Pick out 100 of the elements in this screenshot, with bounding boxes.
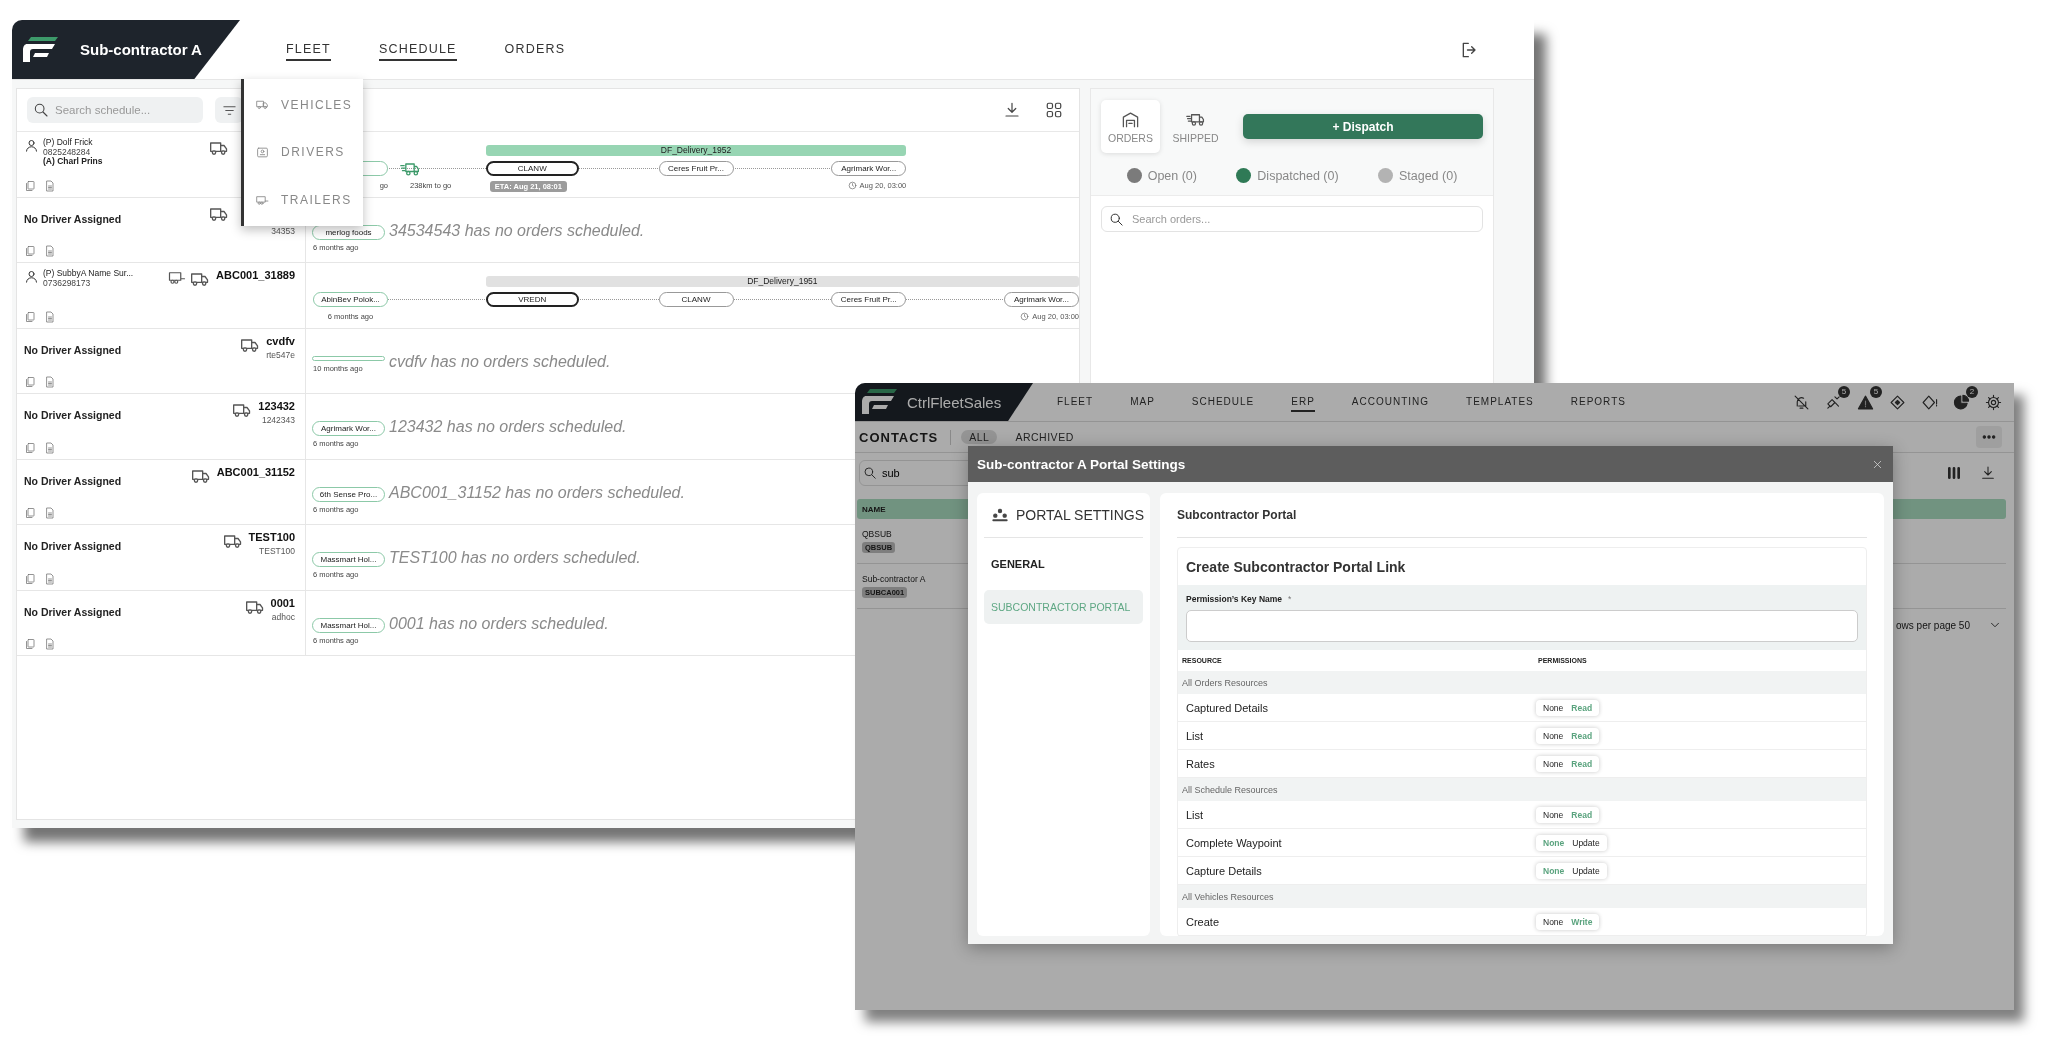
more-button[interactable] <box>1976 426 2002 448</box>
menu-item[interactable]: DRIVERS <box>244 137 363 168</box>
permission-option[interactable]: Update <box>1572 865 1600 876</box>
vehicle-name: ABC001_31889 <box>216 269 295 281</box>
driver-text: 0825248284 <box>43 147 92 157</box>
nav-tab[interactable]: MAP <box>1130 392 1155 412</box>
id-card-icon <box>256 146 269 159</box>
permission-option[interactable]: None <box>1543 730 1564 741</box>
menu-item[interactable]: TRAILERS <box>244 185 363 216</box>
group-header: All Orders Resources <box>1178 671 1866 694</box>
permission-option[interactable]: None <box>1543 916 1564 927</box>
permission-toggle[interactable]: None Write <box>1536 913 1600 930</box>
search-field[interactable]: Search schedule... <box>27 97 203 123</box>
panel-tab[interactable]: SHIPPED <box>1166 100 1225 153</box>
logo-icon <box>859 387 899 417</box>
close-icon <box>1872 458 1883 470</box>
nav-tab[interactable]: ERP <box>1291 392 1315 412</box>
permission-toggle[interactable]: None Update <box>1536 834 1607 851</box>
permission-toggle[interactable]: None Update <box>1536 862 1607 879</box>
resource-name: Complete Waypoint <box>1186 836 1283 849</box>
toolbar-button[interactable] <box>1825 393 1842 411</box>
permission-toggle[interactable]: None Read <box>1536 806 1600 823</box>
empty-message: TEST100 has no orders scheduled. <box>389 549 641 567</box>
diamond-icon <box>1889 393 1906 411</box>
vehicle-name: 123432 <box>258 400 295 412</box>
driver-status: No Driver Assigned <box>24 605 122 618</box>
permission-option[interactable]: None <box>1543 809 1564 820</box>
trip-bar[interactable]: DF_Delivery_1951 <box>485 276 1079 287</box>
document-icon <box>44 441 56 454</box>
waypoint-pill[interactable]: merlog foods <box>312 224 385 240</box>
driver-text: (P) SubbyA Name Sur... <box>43 269 134 279</box>
permission-toggle[interactable]: None Read <box>1536 699 1600 716</box>
permission-option[interactable]: None <box>1543 758 1564 769</box>
copy-icon <box>24 179 36 192</box>
nav-tab[interactable]: SCHEDULE <box>378 38 457 61</box>
nav-tab[interactable]: FLEET <box>1057 392 1094 412</box>
permission-toggle[interactable]: None Read <box>1536 727 1600 744</box>
permission-option[interactable]: Update <box>1572 837 1600 848</box>
toolbar-button[interactable] <box>1857 393 1874 411</box>
search-field[interactable]: Search orders... <box>1101 206 1483 232</box>
waypoint-pill[interactable]: VREDN <box>485 292 579 307</box>
trip-bar[interactable]: DF_Delivery_1952 <box>485 145 907 156</box>
key-name-field[interactable] <box>1186 610 1858 642</box>
nav-tab[interactable]: TEMPLATES <box>1466 392 1534 412</box>
toolbar-button[interactable] <box>1985 393 2002 411</box>
panel-tab[interactable]: ORDERS <box>1101 100 1160 153</box>
toolbar-button[interactable] <box>1889 393 1906 411</box>
waypoint-pill[interactable]: 6th Sense Pro... <box>312 486 385 502</box>
section-title: Subcontractor Portal <box>1177 493 1867 538</box>
grid-icon[interactable] <box>1045 101 1063 119</box>
filter-tab[interactable]: ALL <box>961 430 998 444</box>
vehicle-registration: rte547e <box>266 349 295 360</box>
menu-item[interactable]: VEHICLES <box>244 89 363 120</box>
nav-tab[interactable]: SCHEDULE <box>1191 392 1255 412</box>
search-icon <box>33 102 49 118</box>
nav-tab[interactable]: ORDERS <box>504 38 566 61</box>
waypoint-pill[interactable]: Agrimark Wor... <box>1004 292 1079 307</box>
empty-message: 123432 has no orders scheduled. <box>389 418 627 436</box>
status-label: Dispatched (0) <box>1257 168 1339 183</box>
contact-name: QBSUB <box>862 529 893 539</box>
copy-icon <box>24 376 36 388</box>
permission-toggle[interactable]: None Read <box>1536 755 1600 772</box>
waypoint-pill[interactable]: Ceres Fruit Pr... <box>658 161 734 176</box>
columns-icon[interactable] <box>1946 465 1962 481</box>
warning-icon <box>1857 393 1874 411</box>
empty-message: 0001 has no orders scheduled. <box>389 614 609 633</box>
download-icon[interactable] <box>1980 465 1996 481</box>
waypoint-pill[interactable]: Agrimark Wor... <box>831 161 907 176</box>
waypoint-pill[interactable]: AbinBev Polok... <box>313 292 388 307</box>
toolbar-button[interactable] <box>1793 393 1810 411</box>
nav-tab[interactable]: REPORTS <box>1570 392 1626 412</box>
waypoint-pill[interactable]: Massmart Hol... <box>312 552 385 567</box>
nav-tab[interactable]: FLEET <box>286 38 331 61</box>
waypoint-pill[interactable]: Ceres Fruit Pr... <box>831 292 907 307</box>
document-icon <box>44 638 56 650</box>
menu-title: PORTAL SETTINGS <box>1016 507 1145 523</box>
close-button[interactable] <box>1872 458 1883 470</box>
download-icon[interactable] <box>1003 101 1021 119</box>
filter-tab[interactable]: ARCHIVED <box>1007 430 1082 444</box>
vehicle-name: ABC001_31152 <box>216 465 295 478</box>
field-label: Permission’s Key Name <box>1186 594 1283 604</box>
brand-name: CtrlFleetSales <box>907 393 1002 411</box>
clock-icon <box>847 181 857 190</box>
empty-message: 34534543 has no orders scheduled. <box>389 221 645 240</box>
toolbar-button[interactable] <box>1953 393 1970 411</box>
page-title: CONTACTS <box>859 429 952 445</box>
status-label: Staged (0) <box>1398 168 1458 183</box>
waypoint-pill[interactable]: Massmart Hol... <box>312 617 385 633</box>
waypoint-pill[interactable]: Agrimark Wor... <box>312 421 385 436</box>
permission-option[interactable]: None <box>1543 702 1564 713</box>
dispatch-button[interactable]: + Dispatch <box>1243 114 1483 139</box>
filter-button[interactable] <box>215 97 243 123</box>
count-badge: 2 <box>1966 385 1978 398</box>
status-label: Open (0) <box>1147 168 1197 183</box>
toolbar-button[interactable] <box>1921 393 1938 411</box>
menu-item[interactable]: GENERAL <box>984 547 1143 581</box>
nav-tab[interactable]: ACCOUNTING <box>1351 392 1430 412</box>
waypoint-pill[interactable]: CLANW <box>658 292 734 307</box>
waypoint-pill[interactable]: CLANW <box>485 161 579 176</box>
document-icon <box>44 179 56 192</box>
